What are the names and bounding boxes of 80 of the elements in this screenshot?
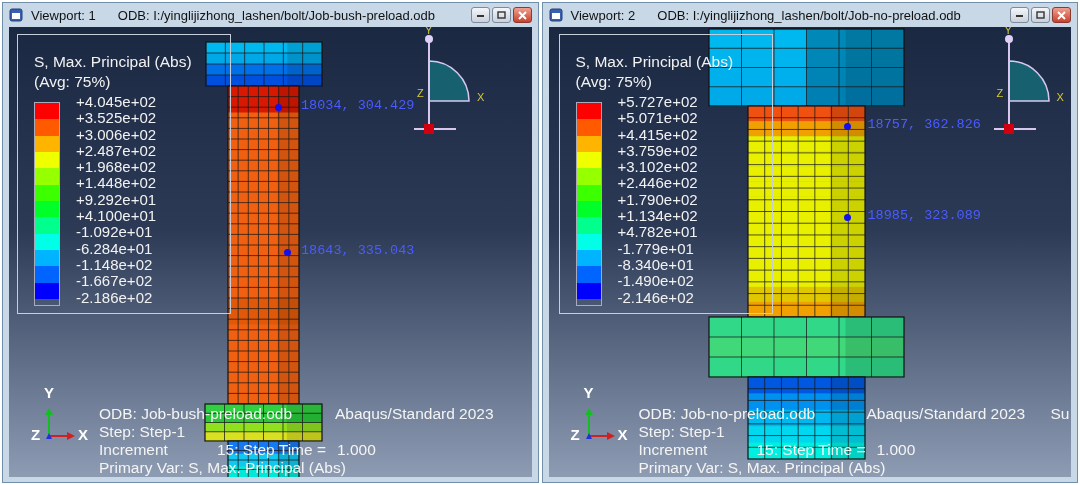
axis-triad-drawing (584, 408, 615, 440)
axis-label: X (477, 91, 485, 103)
legend-averaging: (Avg: 75%) (34, 72, 112, 92)
legend-value: +1.134e+02 (617, 208, 698, 225)
probe-point (275, 104, 282, 111)
legend-value: +3.759e+02 (617, 142, 698, 160)
legend-value: +2.446e+02 (617, 175, 698, 192)
viewport-icon (9, 8, 23, 22)
axis-label: Y (583, 384, 594, 401)
axis-label: Y (425, 27, 433, 36)
close-button[interactable] (512, 7, 532, 23)
legend-value: +4.100e+01 (76, 208, 157, 225)
legend-value: +4.782e+01 (617, 224, 698, 241)
legend-value: +1.790e+02 (617, 191, 698, 209)
legend-value: +1.968e+02 (76, 159, 157, 176)
step-name: Step: Step-1 (638, 423, 725, 441)
restore-icon (495, 10, 507, 20)
legend-value: +3.006e+02 (76, 126, 157, 143)
legend-value: +5.727e+02 (617, 94, 698, 111)
axis-label: Z (570, 426, 580, 443)
close-icon (516, 10, 528, 20)
legend-value: +9.292e+01 (76, 191, 157, 209)
probe-point (843, 123, 851, 130)
step-time-value: 1.000 (876, 441, 916, 459)
axis-label: Z (417, 87, 424, 99)
legend-value: -1.490e+02 (617, 273, 695, 290)
axis-triad-drawing (45, 408, 75, 440)
step-time-value: 1.000 (337, 441, 376, 459)
probe-point (284, 249, 291, 256)
restore-button[interactable] (491, 7, 511, 23)
legend-value: +4.045e+02 (76, 94, 157, 111)
legend-value: -6.284e+01 (76, 240, 154, 257)
restore-button[interactable] (1031, 7, 1050, 23)
solver-version: Abaqus/Standard 2023 (335, 405, 494, 423)
step-name: Step: Step-1 (99, 423, 186, 441)
odb-name: ODB: Job-bush-preload.odb (99, 405, 292, 423)
legend-value: -1.148e+02 (76, 256, 154, 274)
odb-path: ODB: I:/yinglijizhong_lashen/bolt/Job-no-preload.odb (657, 7, 961, 23)
legend-value: +1.448e+02 (76, 175, 157, 192)
legend-value: +2.487e+02 (76, 142, 157, 160)
axis-label: Z (996, 87, 1004, 99)
axis-label: Y (1004, 27, 1012, 36)
legend-value: +5.071e+02 (617, 110, 698, 127)
legend-value: +3.525e+02 (76, 110, 157, 127)
minimize-button[interactable] (470, 7, 490, 23)
axis-label: X (78, 426, 88, 443)
axis-label: Z (31, 426, 41, 443)
legend-value: -1.779e+01 (617, 240, 695, 257)
probe-label: 18757, 362.826 (867, 117, 981, 132)
close-icon (1056, 10, 1067, 20)
legend-averaging: (Avg: 75%) (575, 72, 653, 92)
primary-variable: Primary Var: S, Max. Principal (Abs) (638, 459, 886, 477)
odb-path: ODB: I:/yinglijizhong_lashen/bolt/Job-bush-preload.odb (117, 7, 436, 23)
legend-title: S, Max. Principal (Abs) (34, 52, 193, 72)
minimize-button[interactable] (1010, 7, 1029, 23)
legend-value: +4.415e+02 (617, 126, 698, 143)
viewport-title: Viewport: 1 (31, 7, 96, 23)
legend-value: -8.340e+01 (617, 256, 695, 274)
legend-value: -2.146e+02 (617, 289, 695, 306)
probe-point (843, 214, 851, 221)
increment-value: 15: Step Time = (756, 441, 866, 459)
axis-label: X (1056, 91, 1064, 103)
legend-value: +3.102e+02 (617, 159, 698, 176)
solver-version: Abaqus/Standard 2023 (866, 405, 1026, 423)
axis-label: Y (44, 384, 54, 401)
increment-label: Increment (99, 441, 168, 459)
legend-value: -2.186e+02 (76, 289, 154, 306)
status-text: Su (1050, 405, 1070, 423)
odb-name: ODB: Job-no-preload.odb (638, 405, 816, 423)
probe-label: 18985, 323.089 (867, 208, 981, 223)
viewport-icon (548, 8, 563, 22)
increment-label: Increment (638, 441, 708, 459)
probe-label: 18034, 304.429 (301, 98, 415, 113)
axis-label: X (617, 426, 628, 443)
legend-value: -1.092e+01 (76, 224, 154, 241)
viewport-title: Viewport: 2 (570, 7, 636, 23)
restore-icon (1035, 10, 1046, 20)
close-button[interactable] (1052, 7, 1071, 23)
legend-value: -1.667e+02 (76, 273, 154, 290)
probe-label: 18643, 335.043 (301, 243, 415, 258)
